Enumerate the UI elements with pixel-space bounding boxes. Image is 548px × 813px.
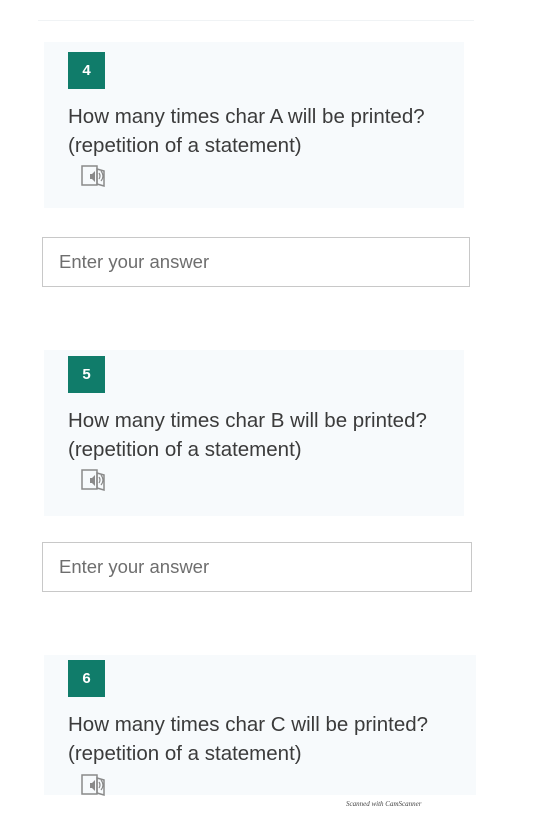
question-number-badge: 6 — [68, 660, 105, 697]
question-number-badge: 5 — [68, 356, 105, 393]
question-card-6: 6 How many times char C will be printed?… — [44, 655, 476, 797]
question-text: How many times char A will be printed? (… — [68, 105, 425, 157]
question-card-5: 5 How many times char B will be printed?… — [44, 350, 464, 516]
question-number-badge: 4 — [68, 52, 105, 89]
scan-watermark: Scanned with CamScanner — [346, 800, 422, 808]
immersive-reader-icon[interactable] — [80, 773, 110, 797]
immersive-reader-icon[interactable] — [80, 468, 110, 492]
divider — [38, 20, 474, 21]
immersive-reader-icon[interactable] — [80, 164, 110, 188]
question-text: How many times char B will be printed? (… — [68, 409, 427, 461]
answer-input-5[interactable] — [42, 542, 472, 592]
answer-input-4[interactable] — [42, 237, 470, 287]
question-card-4: 4 How many times char A will be printed?… — [44, 42, 464, 208]
question-text: How many times char C will be printed? (… — [68, 713, 429, 765]
